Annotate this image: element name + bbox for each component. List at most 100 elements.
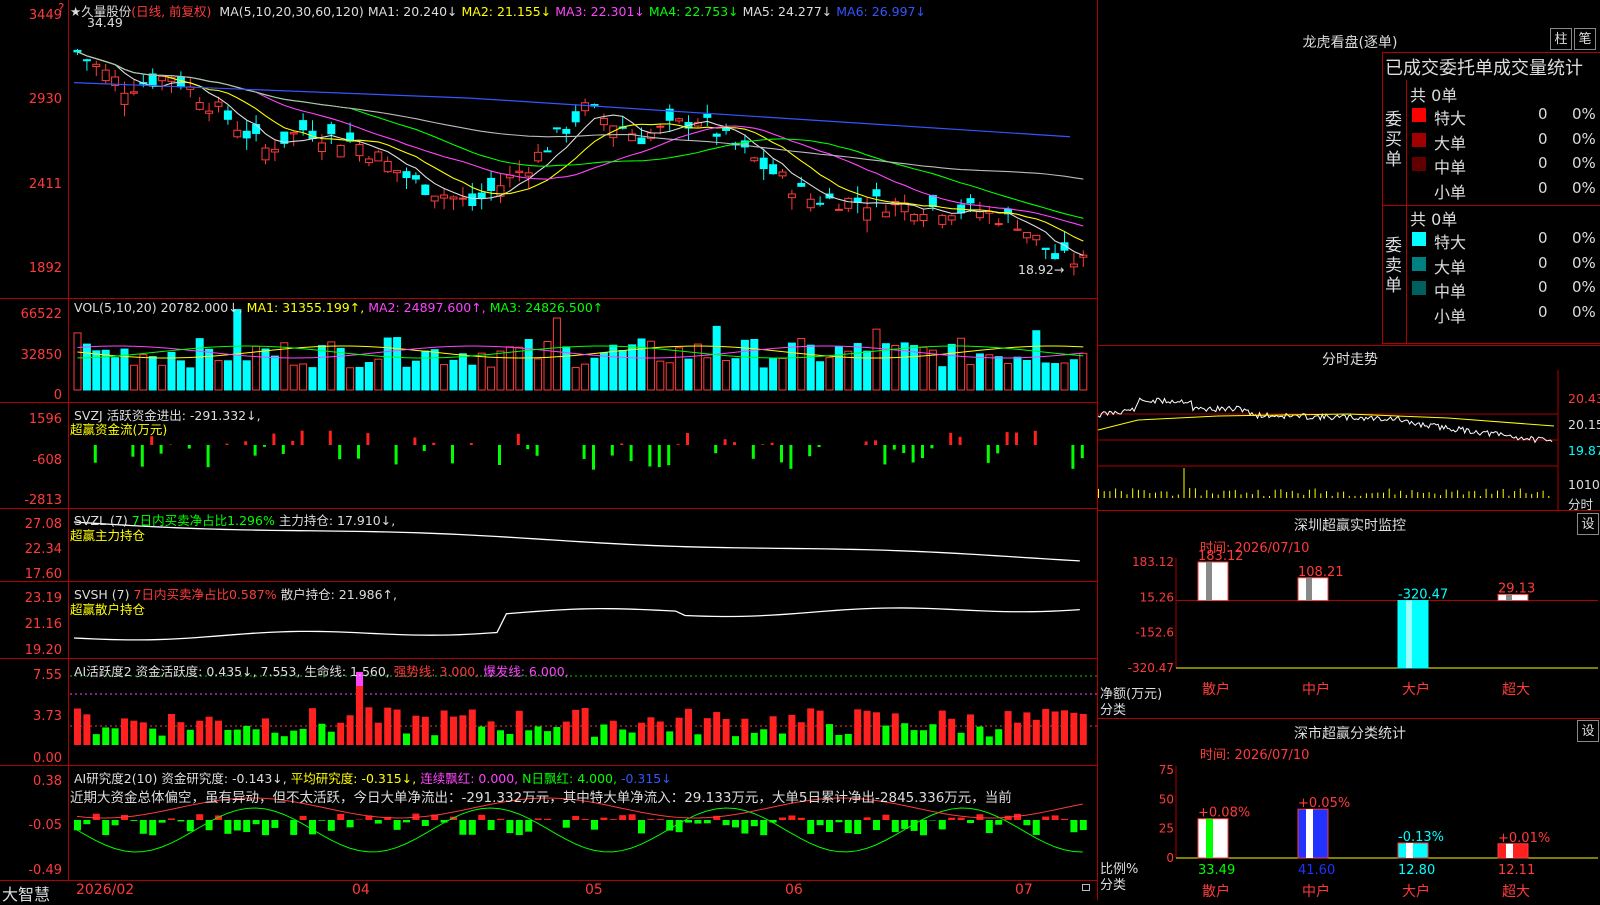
research-bar <box>967 820 974 823</box>
volume-bar <box>497 351 504 390</box>
candle-body <box>600 118 607 124</box>
activity-bar <box>610 721 617 745</box>
activity-bar <box>206 717 213 745</box>
flow-bar <box>517 434 520 445</box>
research-bar <box>544 819 551 820</box>
header-segment: 爆发线: 6.000, <box>483 664 568 679</box>
research-bar <box>798 818 805 820</box>
order-pct: 0% <box>1572 278 1596 296</box>
research-bar <box>177 820 184 821</box>
activity-bar <box>807 708 814 745</box>
volume-bar <box>356 367 363 390</box>
research-bar <box>394 820 401 830</box>
fl-top-label: +0.01% <box>1498 831 1550 846</box>
flow-bar <box>724 439 727 445</box>
activity-bar <box>74 708 81 745</box>
bi-button[interactable]: 笔 <box>1574 28 1596 50</box>
activity-bar <box>488 721 495 745</box>
candle-body <box>394 171 401 173</box>
activity-bar <box>1033 720 1040 745</box>
activity-bar <box>140 722 147 745</box>
longhu-title: 龙虎看盘(逐单) <box>1280 32 1420 52</box>
volume-bar <box>300 364 307 390</box>
activity-bar <box>976 727 983 745</box>
candle-body <box>751 158 758 161</box>
volume-bar <box>657 361 664 390</box>
research-bar <box>948 818 955 820</box>
fenshi-vol-bar <box>1286 492 1287 498</box>
activity-bar <box>1023 712 1030 745</box>
header-segment: VOL(5,10,20) <box>74 300 157 315</box>
svzl-axis-label: 17.60 <box>0 567 62 582</box>
activity-bar <box>657 721 664 745</box>
sz-category: 大户 <box>1402 681 1430 698</box>
fenshi-vol-bar <box>1332 496 1333 498</box>
panel-separator <box>0 880 1098 881</box>
volume-bar <box>177 361 184 390</box>
fenshi-vol-bar <box>1212 494 1213 498</box>
volume-bar <box>854 344 861 390</box>
flow-bar <box>714 445 717 453</box>
activity-bar <box>1052 711 1059 745</box>
volume-bar <box>638 339 645 390</box>
volume-bar <box>253 346 260 390</box>
activity-bar <box>629 733 636 745</box>
volume-bar <box>600 353 607 390</box>
sz-settings-button[interactable]: 设 <box>1577 513 1599 535</box>
volume-bar <box>1033 331 1040 390</box>
activity-bar <box>911 730 918 745</box>
svzl-axis-label: 27.08 <box>0 517 62 532</box>
research-bar <box>1023 820 1030 825</box>
fenshi-vol-bar <box>1303 495 1304 498</box>
fenshi-vol-bar <box>1400 491 1401 498</box>
activity-bar <box>83 714 90 745</box>
candle-body <box>290 132 297 133</box>
activity-bar <box>676 718 683 745</box>
flow-bar <box>808 445 811 456</box>
volume-bar <box>403 367 410 390</box>
zhu-button[interactable]: 柱 <box>1550 28 1572 50</box>
candle-body <box>638 138 645 144</box>
fenshi-vol-bar <box>1337 492 1338 498</box>
volume-bar <box>1042 363 1049 390</box>
footer-month[interactable]: 2026/02 <box>76 882 134 898</box>
order-label: 中单 <box>1434 278 1466 302</box>
flow-bar <box>423 445 426 451</box>
flow-bar <box>357 445 360 459</box>
activity-bar <box>243 726 250 745</box>
order-count: 0 <box>1538 254 1548 272</box>
activity-bar <box>149 729 156 745</box>
candle-body <box>1042 248 1049 249</box>
candle-body <box>243 131 250 138</box>
order-count: 0 <box>1538 154 1548 172</box>
volume-bar <box>422 351 429 390</box>
footer-month[interactable]: 06 <box>785 882 803 898</box>
research-bar <box>234 820 241 831</box>
footer-month[interactable]: 04 <box>352 882 370 898</box>
research-bar <box>591 820 598 830</box>
price-chart[interactable] <box>70 0 1098 880</box>
candle-body <box>356 145 363 156</box>
candle-body <box>798 183 805 186</box>
candle-body <box>83 60 90 61</box>
research-bar <box>290 820 297 835</box>
footer-month[interactable]: 05 <box>585 882 603 898</box>
lock-icon[interactable] <box>1082 884 1090 891</box>
footer-month[interactable]: 07 <box>1015 882 1033 898</box>
fl-chart[interactable]: 7550250+0.08%33.49散户+0.05%41.60中户-0.13%1… <box>1098 758 1600 900</box>
fenshi-chart[interactable] <box>1098 370 1566 510</box>
activity-bar <box>224 730 231 745</box>
sz-chart[interactable]: 183.1215.26-152.6-320.47183.12散户108.21中户… <box>1098 550 1600 716</box>
research-bar <box>1080 820 1087 830</box>
volume-bar <box>976 354 983 390</box>
fenshi-vol-label: 1010 <box>1568 477 1600 492</box>
fl-settings-button[interactable]: 设 <box>1577 720 1599 742</box>
svsh-sub: 超赢散户持仓 <box>70 599 145 618</box>
fenshi-vol-bar <box>1263 496 1264 498</box>
flow-bar <box>771 443 774 445</box>
candle-body <box>657 126 664 127</box>
research-bar <box>102 820 109 835</box>
fenshi-vol-bar <box>1235 490 1236 498</box>
volume-bar <box>619 351 626 390</box>
yj-axis-label: -0.05 <box>0 818 62 833</box>
